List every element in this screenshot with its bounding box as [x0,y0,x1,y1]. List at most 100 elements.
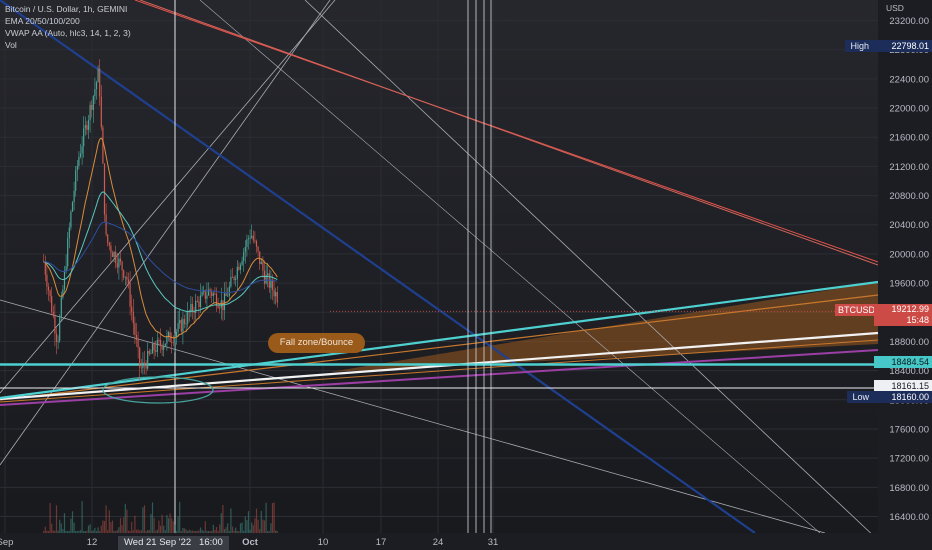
volume-bar [214,529,216,533]
volume-bar [47,531,50,533]
candle-body [140,367,142,369]
volume-bar [276,530,278,533]
candle-body [175,331,178,337]
volume-bar [190,530,192,533]
candle-body [119,258,122,262]
volume-bar [134,515,136,533]
legend-vwap[interactable]: VWAP AA (Auto, hlc3, 14, 1, 2, 3) [5,27,131,39]
volume-bar [188,529,190,533]
candle-body [115,251,117,264]
volume-bar [71,511,74,533]
candle-body [113,251,115,257]
candle-body [105,214,107,235]
candle-body [75,170,77,191]
volume-bar [219,524,221,533]
volume-bar [230,508,232,533]
candle-body [247,238,250,240]
candle-body [124,276,126,278]
volume-bar [79,530,82,533]
volume-bar [187,530,189,533]
candle-body [270,279,272,288]
candle-body [233,277,235,280]
candle-body [263,270,266,284]
candle-body [67,238,69,267]
candle-body [131,306,133,312]
candle-body [84,125,86,129]
volume-bar [225,527,227,533]
volume-bar [100,525,102,533]
volume-bar [199,527,202,533]
legend-vol[interactable]: Vol [5,39,131,51]
candle-body [129,283,131,307]
candle-body [241,260,243,265]
candle-body [148,351,150,354]
candle-body [201,292,203,296]
candle-body [81,146,83,154]
chart-svg[interactable]: 16400.0016800.0017200.0017600.0018000.00… [0,0,932,550]
time-tick-label: 17 [376,537,387,548]
candle-body [65,266,67,271]
candle-body [143,362,146,365]
volume-bar [206,530,208,533]
candle-body [116,263,118,268]
candle-body [135,334,138,340]
candle-body [171,341,173,343]
candle-body [246,239,248,247]
volume-bar [167,518,170,533]
volume-bar [46,530,48,533]
volume-bar [172,521,174,533]
volume-bar [87,525,90,533]
candle-body [95,82,98,90]
volume-bar [49,502,51,533]
volume-bar [252,525,254,533]
legend-symbol[interactable]: Bitcoin / U.S. Dollar, 1h, GEMINI [5,3,131,15]
volume-bar [164,530,166,533]
candle-body [110,245,112,253]
candle-body [70,211,72,228]
candle-body [52,311,54,317]
price-tick-label: 23200.00 [889,16,929,27]
volume-bar [142,507,144,533]
volume-bar [231,526,234,533]
trendline-blue [0,0,756,534]
volume-bar [99,530,101,533]
candle-body [87,120,90,130]
candle-body [68,227,70,239]
candle-body [223,293,226,311]
volume-bar [118,527,120,533]
volume-bar [132,530,134,533]
volume-bar [92,530,94,533]
candle-body [276,292,278,303]
annotation-bubble[interactable]: Fall zone/Bounce [268,333,365,353]
candle-body [156,339,158,352]
volume-bar [183,528,186,533]
btc-timer-text: 15:48 [906,315,929,325]
volume-bar [247,511,250,533]
candle-body [177,323,179,332]
high-value-badge: 22798.01 [874,40,932,52]
legend-ema[interactable]: EMA 20/50/100/200 [5,15,131,27]
level1-badge: 18484.54 [874,356,932,368]
candle-body [100,96,102,128]
candle-body [121,261,123,271]
candle-body [252,235,254,241]
candle-body [92,96,94,110]
volume-bar [115,530,117,533]
candle-body [267,273,269,276]
price-tick-label: 22400.00 [889,74,929,85]
volume-bar [211,530,213,533]
candle-body [54,316,56,334]
volume-bar [203,530,205,533]
candle-body [254,240,256,242]
btc-price-badge: 19212.99 15:48 [874,304,932,326]
candle-body [46,274,48,287]
high-label-badge: High [845,40,874,52]
volume-bar [43,530,45,533]
candle-body [163,345,165,350]
candle-body [187,311,189,324]
candle-body [164,343,166,346]
volume-bar [156,529,158,533]
candle-body [212,293,214,296]
volume-bar [207,530,210,533]
volume-bar [177,516,179,533]
